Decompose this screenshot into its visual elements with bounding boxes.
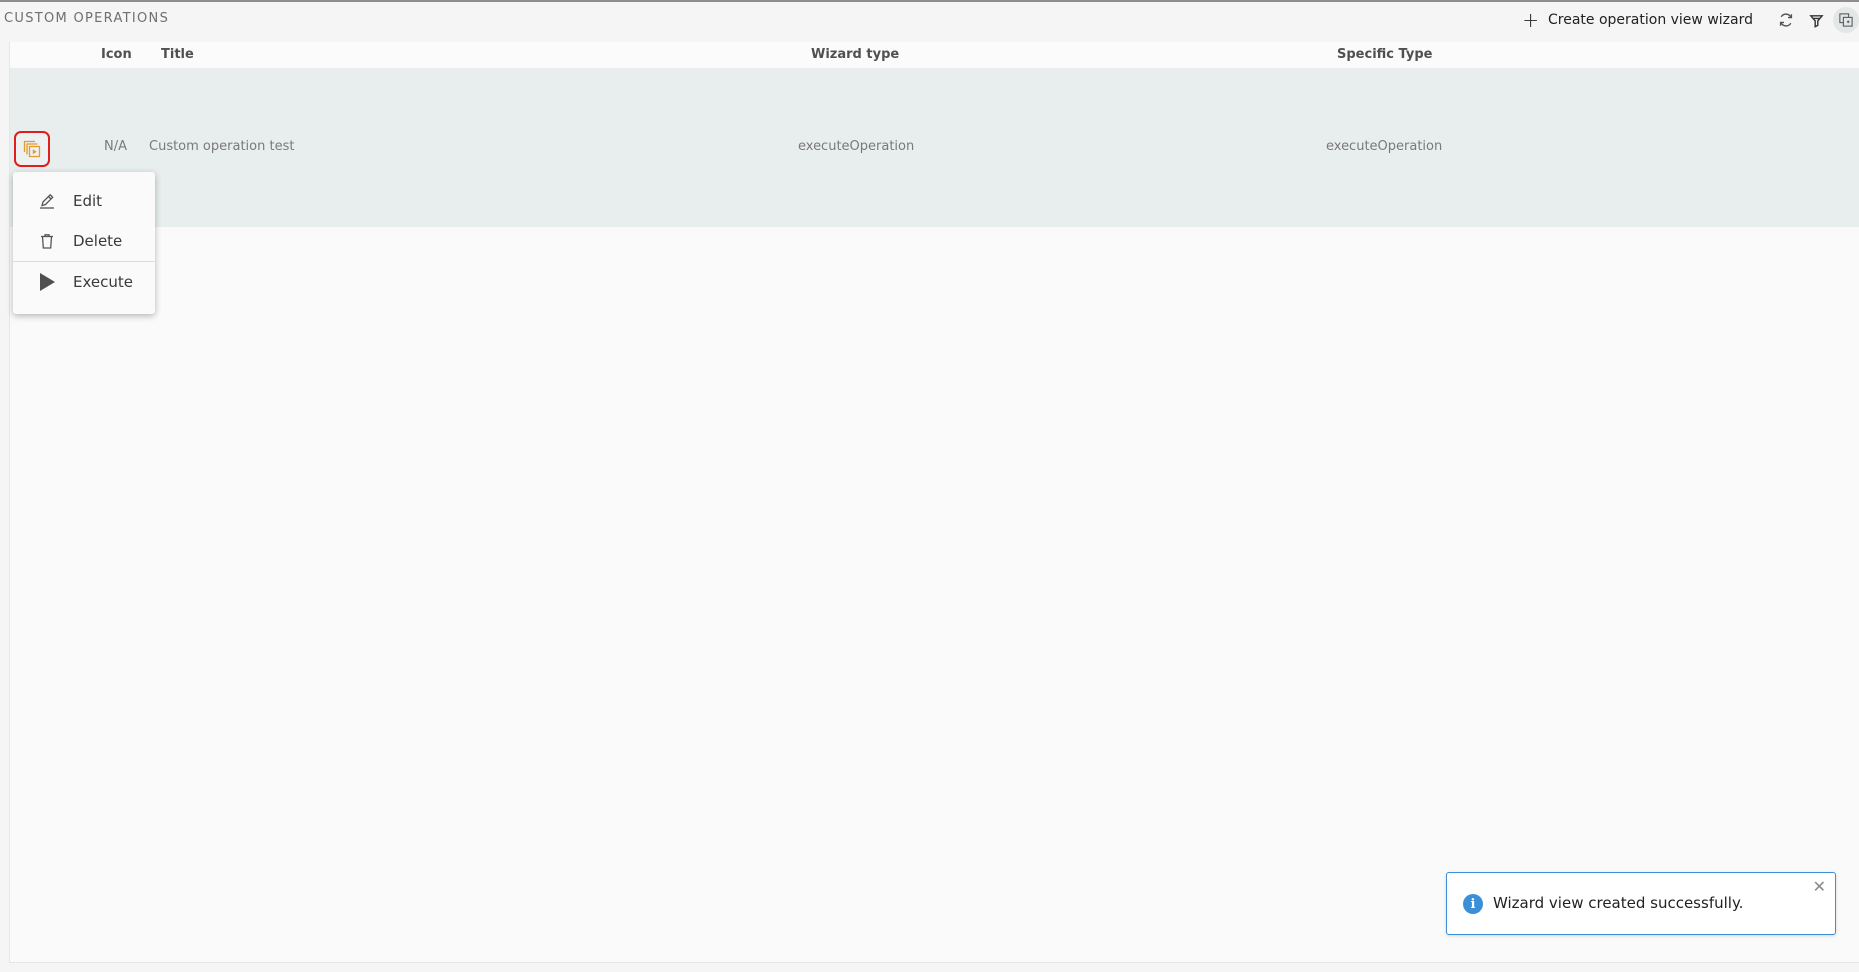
menu-item-label: Edit bbox=[73, 192, 103, 210]
column-header-icon[interactable]: Icon bbox=[101, 47, 132, 62]
menu-item-label: Delete bbox=[73, 232, 123, 250]
menu-item-label: Execute bbox=[73, 273, 133, 291]
create-operation-view-wizard-button[interactable]: + Create operation view wizard bbox=[1522, 10, 1753, 30]
pencil-icon bbox=[37, 191, 57, 211]
refresh-icon[interactable] bbox=[1773, 7, 1799, 33]
filter-icon[interactable] bbox=[1803, 7, 1829, 33]
row-title: Custom operation test bbox=[149, 139, 295, 154]
create-button-label: Create operation view wizard bbox=[1548, 12, 1753, 28]
column-header-specific-type[interactable]: Specific Type bbox=[1337, 47, 1432, 62]
success-toast: i Wizard view created successfully. ✕ bbox=[1446, 872, 1836, 935]
column-header-wizard-type[interactable]: Wizard type bbox=[811, 47, 899, 62]
wizard-view-icon[interactable] bbox=[1833, 7, 1859, 33]
info-icon: i bbox=[1463, 894, 1483, 914]
menu-item-delete[interactable]: Delete bbox=[13, 222, 155, 260]
table-row[interactable]: N/A Custom operation test executeOperati… bbox=[10, 69, 1859, 227]
toast-message: Wizard view created successfully. bbox=[1493, 894, 1744, 912]
page-title: CUSTOM OPERATIONS bbox=[4, 11, 170, 26]
menu-item-execute[interactable]: Execute bbox=[13, 263, 155, 301]
table-header: Icon Title Wizard type Specific Type bbox=[10, 42, 1859, 69]
play-icon bbox=[37, 272, 57, 292]
menu-divider bbox=[13, 261, 155, 262]
row-context-menu: Edit Delete Execute bbox=[13, 172, 155, 314]
operations-table: Icon Title Wizard type Specific Type N/A… bbox=[9, 42, 1859, 963]
toolbar: + Create operation view wizard bbox=[1522, 2, 1859, 38]
close-icon[interactable]: ✕ bbox=[1813, 877, 1826, 896]
menu-item-edit[interactable]: Edit bbox=[13, 182, 155, 220]
row-specific-type: executeOperation bbox=[1326, 139, 1443, 154]
row-icon-value: N/A bbox=[104, 139, 127, 154]
trash-icon bbox=[37, 231, 57, 251]
row-wizard-type: executeOperation bbox=[798, 139, 915, 154]
column-header-title[interactable]: Title bbox=[161, 47, 194, 62]
row-actions-button[interactable] bbox=[14, 131, 50, 167]
wizard-copy-icon bbox=[23, 140, 41, 158]
plus-icon: + bbox=[1522, 8, 1539, 32]
